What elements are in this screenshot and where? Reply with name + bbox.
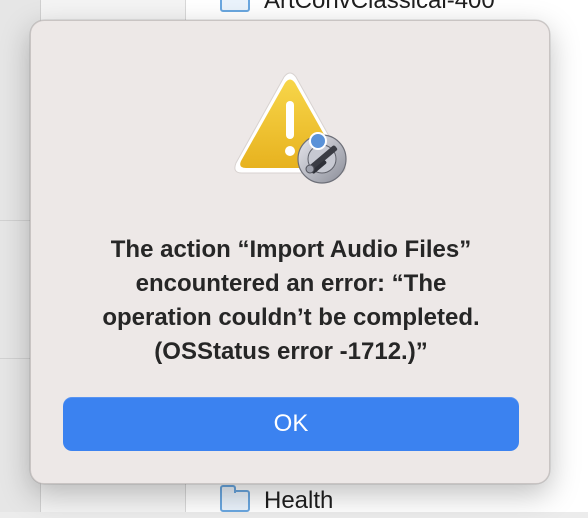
folder-label: Health (264, 487, 334, 514)
background-folder-item[interactable]: ArtConvClassical-400 (220, 0, 495, 18)
warning-icon (234, 72, 347, 184)
alert-message: The action “Import Audio Files” encounte… (55, 233, 527, 369)
alert-message-line: operation couldn’t be completed. (102, 304, 480, 331)
folder-icon (220, 485, 250, 512)
background-folder-item[interactable]: Health (220, 484, 333, 518)
alert-message-line: The action “Import Audio Files” (110, 236, 472, 263)
alert-dialog: The action “Import Audio Files” encounte… (30, 20, 550, 484)
alert-message-line: encountered an error: “The (135, 270, 447, 297)
ok-button[interactable]: OK (63, 397, 519, 451)
folder-label: ArtConvClassical-400 (264, 0, 495, 14)
folder-icon (220, 0, 250, 12)
alert-message-line: (OSStatus error -1712.)” (154, 338, 428, 365)
